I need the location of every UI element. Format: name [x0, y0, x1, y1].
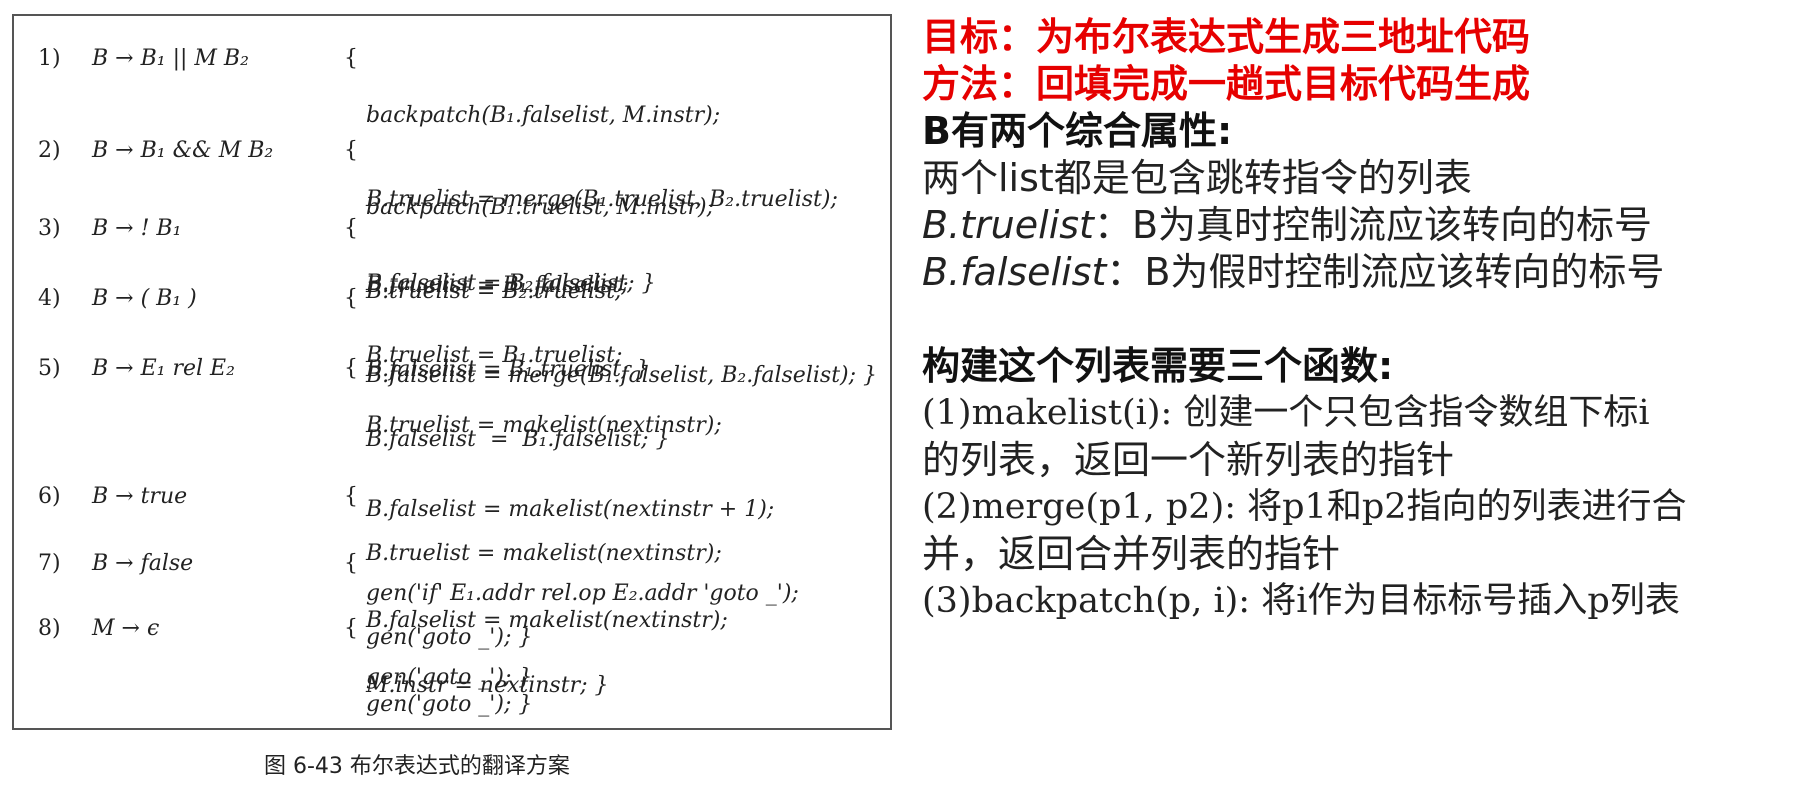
brace: {: [344, 46, 358, 71]
rule-actions: M.instr = nextinstr; }: [366, 673, 609, 698]
merge-line-2: 并，返回合并列表的指针: [922, 532, 1341, 576]
falselist-description: ：B为假时控制流应该转向的标号: [1106, 250, 1665, 294]
translation-scheme-figure: 1) B → B₁ || M B₂ { backpatch(B₁.falseli…: [12, 14, 892, 730]
rule-number: 1): [38, 46, 61, 71]
makelist-line-1: (1)makelist(i): 创建一个只包含指令数组下标i: [922, 393, 1650, 433]
truelist-description: ：B为真时控制流应该转向的标号: [1093, 203, 1653, 247]
rule-production: B → ( B₁ ): [92, 286, 197, 311]
makelist-line-2: 的列表，返回一个新列表的指针: [922, 438, 1455, 482]
brace: {: [344, 616, 358, 641]
merge-line-1: (2)merge(p1, p2): 将p1和p2指向的列表进行合: [922, 487, 1687, 527]
brace: {: [344, 286, 358, 311]
brace: {: [344, 356, 358, 381]
rule-number: 2): [38, 138, 61, 163]
rule-number: 7): [38, 551, 61, 576]
notes-panel: 目标：为布尔表达式生成三地址代码 方法：回填完成一趟式目标代码生成 B有两个综合…: [922, 14, 1782, 625]
rule-number: 3): [38, 216, 61, 241]
rule-production: B → ! B₁: [92, 216, 182, 241]
rule-production: M → ϵ: [92, 616, 160, 641]
rule-production: B → B₁ || M B₂: [92, 46, 249, 71]
rule-number: 8): [38, 616, 61, 641]
brace: {: [344, 551, 358, 576]
rule-production: B → E₁ rel E₂: [92, 356, 235, 381]
falselist-name: B.falselist: [922, 250, 1107, 294]
goal-line: 目标：为布尔表达式生成三地址代码: [922, 15, 1531, 59]
rule-production: B → false: [92, 551, 194, 576]
figure-caption: 图 6-43 布尔表达式的翻译方案: [264, 754, 570, 779]
functions-heading: 构建这个列表需要三个函数:: [922, 344, 1394, 388]
truelist-line: B.truelist：B为真时控制流应该转向的标号: [922, 202, 1782, 249]
truelist-name: B.truelist: [922, 203, 1094, 247]
rule-number: 5): [38, 356, 61, 381]
brace: {: [344, 216, 358, 241]
attributes-heading: B有两个综合属性:: [922, 109, 1233, 153]
brace: {: [344, 138, 358, 163]
rule-production: B → B₁ && M B₂: [92, 138, 274, 163]
rule-number: 6): [38, 484, 61, 509]
method-line: 方法：回填完成一趟式目标代码生成: [922, 62, 1531, 106]
backpatch-line: (3)backpatch(p, i): 将i作为目标标号插入p列表: [922, 581, 1680, 621]
rule-number: 4): [38, 286, 61, 311]
lists-description: 两个list都是包含跳转指令的列表: [922, 156, 1472, 200]
rule-production: B → true: [92, 484, 188, 509]
falselist-line: B.falselist：B为假时控制流应该转向的标号: [922, 249, 1782, 296]
brace: {: [344, 484, 358, 509]
